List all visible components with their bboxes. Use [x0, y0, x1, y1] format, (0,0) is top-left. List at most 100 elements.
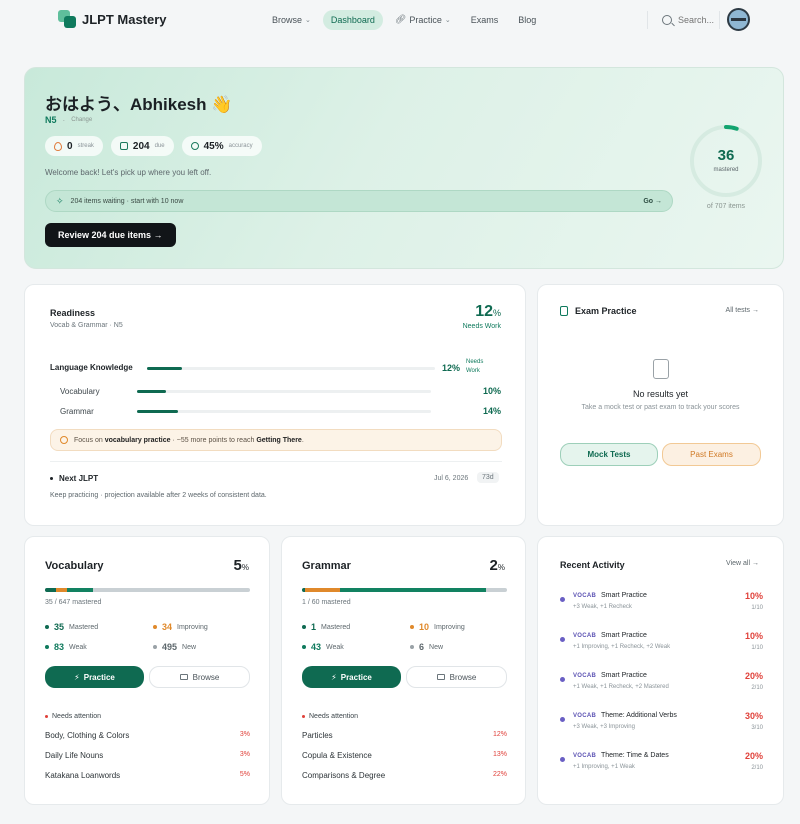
- vocabulary-title: Vocabulary: [45, 560, 104, 572]
- nav-browse[interactable]: Browse ⌄: [264, 10, 319, 30]
- activity-detail: +3 Weak, +1 Recheck: [573, 604, 632, 610]
- activity-item[interactable]: VOCAB Smart Practice +1 Improving, +1 Rech…: [560, 630, 763, 654]
- language-knowledge-bar: [147, 367, 435, 370]
- dot-icon: [410, 625, 414, 629]
- activity-pct: 10%: [744, 591, 763, 601]
- hero-card: おはよう、Abhikesh 👋 N5 · Change 0 streak 204 d…: [24, 67, 784, 269]
- attention-name: Daily Life Nouns: [45, 751, 104, 760]
- grammar-practice-button[interactable]: ⚡︎ Practice: [302, 666, 401, 688]
- nav-dashboard[interactable]: Dashboard: [322, 9, 383, 30]
- stat-label: Weak: [326, 643, 344, 651]
- book-icon: [436, 674, 445, 680]
- readiness-divider: [50, 461, 502, 462]
- grammar-attention-item[interactable]: Copula & Existence 13%: [302, 751, 507, 760]
- bolt-icon: ✧: [56, 195, 64, 206]
- vocab-attention-item[interactable]: Body, Clothing & Colors 3%: [45, 731, 250, 740]
- grammar-row-bar: [137, 410, 431, 413]
- vocab-attention-item[interactable]: Katakana Loanwords 5%: [45, 771, 250, 780]
- dot-icon: [153, 625, 157, 629]
- language-knowledge-label: Language Knowledge: [50, 363, 133, 372]
- stat-number: 6: [419, 642, 425, 652]
- browse-label: Browse: [192, 672, 220, 682]
- next-jlpt-note: Keep practicing · projection available a…: [50, 492, 267, 499]
- grammar-attention-item[interactable]: Particles 12%: [302, 731, 507, 740]
- change-level-link[interactable]: Change: [71, 117, 92, 123]
- nav-exams[interactable]: Exams: [463, 10, 507, 30]
- due-value: 204: [132, 140, 150, 152]
- vocab-attention-item[interactable]: Daily Life Nouns 3%: [45, 751, 250, 760]
- vocab-browse-button[interactable]: Browse: [149, 666, 250, 688]
- language-knowledge-note: Needs Work: [466, 359, 484, 374]
- nav-practice[interactable]: 🔗︎ Practice ⌄: [387, 9, 459, 30]
- activity-item[interactable]: VOCAB Smart Practice +1 Weak, +1 Recheck, …: [560, 670, 763, 694]
- activity-pct: 20%: [744, 671, 763, 681]
- bolt-icon: ⚡︎: [331, 672, 337, 682]
- accuracy-pill: 45% accuracy: [181, 136, 262, 156]
- calendar-icon: [119, 142, 128, 150]
- avatar[interactable]: [727, 8, 750, 31]
- items-waiting-banner[interactable]: ✧ 204 items waiting · start with 10 now …: [45, 190, 673, 212]
- activity-fraction: 1/10: [751, 645, 763, 651]
- activity-name: Theme: Time & Dates: [601, 752, 669, 759]
- nav-dashboard-label: Dashboard: [330, 14, 375, 25]
- stat-label: Mastered: [321, 623, 351, 631]
- readiness-percent-unit: %: [492, 308, 501, 318]
- grammar-browse-button[interactable]: Browse: [406, 666, 507, 688]
- vocab-stat-improving: 34 Improving: [153, 622, 208, 632]
- grammar-seg-weak: [339, 588, 487, 592]
- mastered-label: mastered: [713, 167, 739, 173]
- activity-name: Theme: Additional Verbs: [601, 712, 677, 719]
- tip-pre: Focus on: [74, 436, 105, 444]
- readiness-percent-value: 12: [475, 303, 493, 320]
- activity-fraction: 2/10: [751, 765, 763, 771]
- activity-item[interactable]: VOCAB Smart Practice +3 Weak, +1 Recheck 10…: [560, 590, 763, 614]
- stat-number: 34: [162, 622, 173, 632]
- past-exams-button[interactable]: Past Exams: [662, 443, 761, 466]
- stat-label: Mastered: [69, 623, 99, 631]
- review-due-button[interactable]: Review 204 due items →: [45, 223, 176, 247]
- vocab-needs-attention: Needs attention: [45, 713, 101, 720]
- activity-tag: VOCAB: [573, 753, 597, 759]
- go-link[interactable]: Go →: [643, 198, 662, 205]
- stat-pills: 0 streak 204 due 45% accuracy: [45, 136, 262, 156]
- practice-label: Practice: [340, 672, 372, 682]
- stat-number: 1: [311, 622, 317, 632]
- readiness-title: Readiness: [50, 308, 96, 318]
- grammar-stack-bar: [302, 588, 507, 592]
- book-icon: [179, 674, 188, 680]
- activity-pct: 30%: [744, 711, 763, 721]
- dot-icon: [410, 645, 414, 649]
- stat-label: Improving: [177, 623, 208, 631]
- tip-end: .: [301, 436, 304, 444]
- grammar-attention-item[interactable]: Comparisons & Degree 22%: [302, 771, 507, 780]
- view-all-link[interactable]: View all →: [726, 560, 759, 567]
- next-jlpt-title: Next JLPT: [59, 474, 99, 483]
- vocab-seg-weak: [66, 588, 94, 592]
- exam-practice-title: Exam Practice: [575, 306, 637, 316]
- activity-tag: VOCAB: [573, 593, 597, 599]
- all-tests-link[interactable]: All tests →: [726, 307, 759, 314]
- bolt-icon: ⚡︎: [74, 672, 80, 682]
- grammar-stat-improving: 10 Improving: [410, 622, 465, 632]
- activity-item[interactable]: VOCAB Theme: Additional Verbs +3 Weak, +3 …: [560, 710, 763, 734]
- mock-tests-button[interactable]: Mock Tests: [560, 443, 658, 466]
- grammar-needs-attention: Needs attention: [302, 713, 358, 720]
- language-knowledge-fill: [147, 367, 182, 370]
- activity-item[interactable]: VOCAB Theme: Time & Dates +1 Improving, +1…: [560, 750, 763, 774]
- search-box[interactable]: [647, 11, 728, 29]
- vocab-practice-button[interactable]: ⚡︎ Practice: [45, 666, 144, 688]
- vocab-stat-mastered: 35 Mastered: [45, 622, 98, 632]
- logo-icon: [58, 10, 76, 28]
- readiness-subtitle: Vocab & Grammar · N5: [50, 322, 123, 329]
- chevron-down-icon: ⌄: [305, 16, 311, 24]
- dot-icon: [302, 625, 306, 629]
- needs-attention-label: Needs attention: [309, 713, 359, 720]
- grammar-row-fill: [137, 410, 179, 413]
- nav-browse-label: Browse: [272, 14, 303, 25]
- info-icon: [60, 436, 68, 444]
- search-input[interactable]: [678, 15, 728, 25]
- next-jlpt-date: Jul 6, 2026: [434, 475, 469, 482]
- vocabulary-row-bar: [137, 390, 431, 393]
- logo[interactable]: JLPT Mastery: [58, 10, 167, 28]
- nav-blog[interactable]: Blog: [510, 10, 544, 30]
